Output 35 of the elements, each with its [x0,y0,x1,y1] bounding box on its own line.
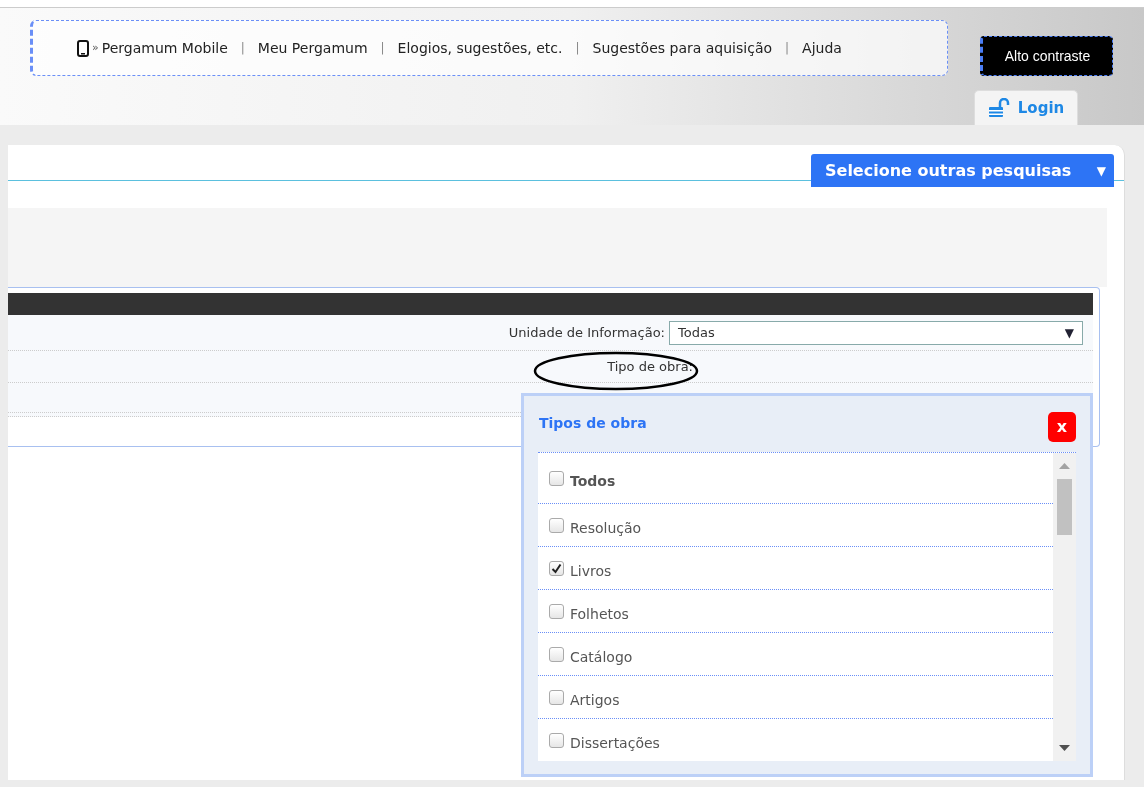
unit-label: Unidade de Informação: [508,323,665,342]
other-searches-dropdown[interactable]: Selecione outras pesquisas ▼ [811,154,1114,187]
unlocked-padlock-icon [987,98,1010,118]
high-contrast-button[interactable]: Alto contraste [980,36,1113,76]
scroll-down-icon[interactable] [1059,745,1070,751]
separator: | [785,40,790,57]
scrollbar[interactable] [1053,453,1076,761]
checkbox[interactable] [549,732,564,748]
scroll-up-icon[interactable] [1059,463,1070,469]
close-button[interactable]: x [1048,412,1076,442]
separator: | [240,40,245,57]
work-type-option[interactable]: Resolução [538,504,1053,547]
checkbox[interactable] [549,560,564,576]
checkbox[interactable] [549,646,564,662]
work-type-option[interactable]: Folhetos [538,590,1053,633]
scrollbar-thumb[interactable] [1057,479,1072,535]
unit-select[interactable]: Todas ▼ [669,320,1083,345]
work-type-option[interactable]: Todos [538,453,1053,504]
work-type-option[interactable]: Artigos [538,676,1053,719]
nav-link[interactable]: Ajuda [802,37,842,59]
nav-link[interactable]: Elogios, sugestões, etc. [397,37,563,59]
checkbox[interactable] [549,689,564,705]
checkbox[interactable] [549,517,564,533]
work-type-option[interactable]: Catálogo [538,633,1053,676]
nav-link[interactable]: Sugestões para aquisição [592,37,773,59]
nav-link[interactable]: » Pergamum Mobile [77,37,228,59]
separator: | [575,40,580,57]
nav-link[interactable]: Meu Pergamum [257,37,368,59]
separator: | [380,40,385,57]
phone-icon [77,39,89,57]
checkbox[interactable] [549,470,564,486]
popup-title: Tipos de obra [539,414,647,433]
checkbox[interactable] [549,603,564,619]
work-type-option[interactable]: Livros [538,547,1053,590]
work-type-label: Tipo de obra: [607,357,693,376]
